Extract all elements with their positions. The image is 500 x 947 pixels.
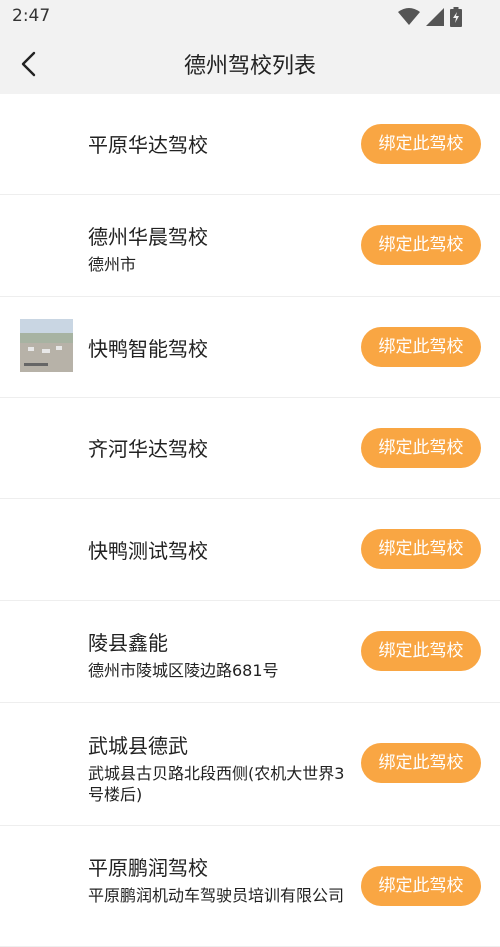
school-address: 平原鹏润机动车驾驶员培训有限公司 [88, 886, 345, 905]
school-photo [20, 319, 73, 372]
status-bar: 2:47 [0, 0, 500, 34]
school-name: 平原鹏润驾校 [88, 856, 208, 880]
school-name: 陵县鑫能 [88, 631, 168, 655]
bind-school-button[interactable]: 绑定此驾校 [361, 529, 481, 569]
bind-school-button[interactable]: 绑定此驾校 [361, 124, 481, 164]
bind-school-button[interactable]: 绑定此驾校 [361, 428, 481, 468]
header-bar: 德州驾校列表 [0, 34, 500, 94]
status-time: 2:47 [12, 6, 51, 26]
school-row: 齐河华达驾校 绑定此驾校 [0, 398, 500, 499]
school-thumbnail [20, 319, 73, 372]
bind-school-button[interactable]: 绑定此驾校 [361, 866, 481, 906]
school-row: 陵县鑫能 德州市陵城区陵边路681号 绑定此驾校 [0, 601, 500, 703]
signal-icon [426, 8, 444, 26]
school-name: 快鸭测试驾校 [88, 539, 208, 563]
school-name: 快鸭智能驾校 [88, 337, 208, 361]
status-icons [398, 7, 462, 27]
school-row: 德州华晨驾校 德州市 绑定此驾校 [0, 195, 500, 297]
school-row: 快鸭智能驾校 绑定此驾校 [0, 297, 500, 398]
school-name: 武城县德武 [88, 734, 188, 758]
school-row: 武城县德武 武城县古贝路北段西侧(农机大世界3号楼后) 绑定此驾校 [0, 703, 500, 826]
school-list: 平原华达驾校 绑定此驾校 德州华晨驾校 德州市 绑定此驾校 快鸭智能驾校 绑定此… [0, 94, 500, 947]
page-title: 德州驾校列表 [183, 54, 316, 79]
school-row: 平原鹏润驾校 平原鹏润机动车驾驶员培训有限公司 绑定此驾校 [0, 826, 500, 947]
bind-school-button[interactable]: 绑定此驾校 [361, 631, 481, 671]
school-name: 平原华达驾校 [88, 133, 208, 157]
school-address: 武城县古贝路北段西侧(农机大世界3号楼后) [88, 764, 345, 804]
school-address: 德州市 [88, 255, 137, 274]
battery-charging-icon [450, 7, 462, 27]
bind-school-button[interactable]: 绑定此驾校 [361, 327, 481, 367]
school-row: 快鸭测试驾校 绑定此驾校 [0, 499, 500, 601]
bind-school-button[interactable]: 绑定此驾校 [361, 743, 481, 783]
school-name: 齐河华达驾校 [88, 437, 208, 461]
school-address: 德州市陵城区陵边路681号 [88, 661, 279, 680]
bind-school-button[interactable]: 绑定此驾校 [361, 225, 481, 265]
school-row: 平原华达驾校 绑定此驾校 [0, 94, 500, 195]
wifi-icon [398, 8, 420, 25]
school-name: 德州华晨驾校 [88, 225, 208, 249]
